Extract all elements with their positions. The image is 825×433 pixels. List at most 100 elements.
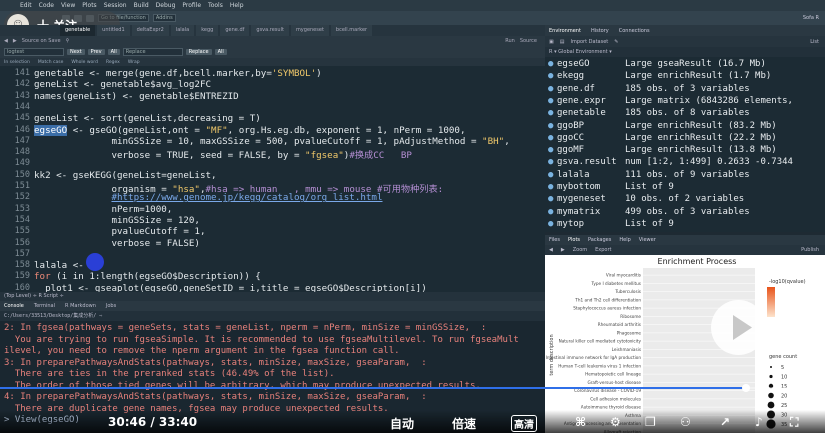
zoom-button[interactable]: Zoom bbox=[573, 247, 587, 253]
replace-all-button[interactable]: All bbox=[214, 49, 227, 55]
env-row[interactable]: ● gsva.result num [1:2, 1:499] 0.2633 -0.7… bbox=[545, 157, 825, 169]
console-tab-console[interactable]: Console bbox=[4, 303, 24, 309]
quality-button[interactable]: 高清 bbox=[511, 415, 537, 432]
files-tab-packages[interactable]: Packages bbox=[588, 237, 611, 243]
find-next-button[interactable]: Next bbox=[67, 49, 85, 55]
autoplay-button[interactable]: 自动 bbox=[390, 415, 414, 432]
menu-item-tools[interactable]: Tools bbox=[208, 2, 223, 9]
code-line[interactable]: minGSSize = 10, maxGSSize = 500, pvalueC… bbox=[34, 136, 509, 147]
console-tab-jobs[interactable]: Jobs bbox=[106, 303, 116, 309]
menu-item-session[interactable]: Session bbox=[104, 2, 127, 9]
export-button[interactable]: Export bbox=[595, 247, 611, 253]
pip-icon[interactable]: ❐ bbox=[645, 415, 656, 429]
find-option-match-case[interactable]: Match case bbox=[38, 60, 64, 65]
env-row[interactable]: ● ekegg Large enrichResult (1.7 Mb) bbox=[545, 71, 825, 83]
menu-item-plots[interactable]: Plots bbox=[82, 2, 96, 9]
code-line[interactable]: lalala <- bbox=[34, 260, 89, 271]
files-tab-viewer[interactable]: Viewer bbox=[639, 237, 656, 243]
tab-kegg[interactable]: kegg bbox=[196, 25, 219, 36]
find-option-wrap[interactable]: Wrap bbox=[128, 60, 140, 65]
find-prev-button[interactable]: Prev bbox=[87, 49, 105, 55]
env-tab-history[interactable]: History bbox=[591, 28, 609, 34]
code-line[interactable]: pvalueCutoff = 1, bbox=[34, 226, 205, 237]
find-input[interactable]: logtest bbox=[4, 48, 64, 56]
env-row[interactable]: ● genetable 185 obs. of 8 variables bbox=[545, 108, 825, 120]
env-row[interactable]: ● mytop List of 9 bbox=[545, 219, 825, 231]
menu-item-help[interactable]: Help bbox=[230, 2, 244, 9]
code-line[interactable]: egseGO <- gseGO(geneList,ont = "MF", org… bbox=[34, 124, 466, 136]
open-icon[interactable]: ▣ bbox=[549, 39, 554, 45]
source-on-save-checkbox[interactable]: Source on Save bbox=[22, 38, 61, 44]
volume-icon[interactable]: ♪ bbox=[755, 415, 763, 429]
code-line[interactable]: geneList <- sort(geneList,decreasing = T… bbox=[34, 113, 261, 124]
env-row[interactable]: ● mymatrix 499 obs. of 3 variables bbox=[545, 207, 825, 219]
code-line[interactable]: nPerm=1000, bbox=[34, 204, 172, 215]
env-tab-environment[interactable]: Environment bbox=[549, 28, 581, 34]
code-line[interactable]: genetable <- merge(gene.df,bcell.marker,… bbox=[34, 68, 322, 79]
code-line[interactable]: names(geneList) <- genetable$ENTREZID bbox=[34, 91, 239, 102]
code-line[interactable]: #https://www.genome.jp/kegg/catalog/org_… bbox=[34, 192, 382, 203]
menu-item-debug[interactable]: Debug bbox=[156, 2, 176, 9]
code-line[interactable]: geneList <- genetable$avg_log2FC bbox=[34, 79, 211, 90]
fullscreen-icon[interactable]: ⛶ bbox=[790, 415, 798, 430]
env-row[interactable]: ● lalala 111 obs. of 9 variables bbox=[545, 170, 825, 182]
tab-mygeneset[interactable]: mygeneset bbox=[290, 25, 329, 36]
danmaku-icon[interactable]: ⌘ bbox=[575, 415, 586, 429]
tab-gene-df[interactable]: gene.df bbox=[220, 25, 250, 36]
broom-icon[interactable]: ✎ bbox=[614, 39, 618, 45]
menu-item-profile[interactable]: Profile bbox=[182, 2, 201, 9]
env-row[interactable]: ● mybottom List of 9 bbox=[545, 182, 825, 194]
project-user-label[interactable]: Sofa R bbox=[803, 15, 819, 21]
import-dataset-button[interactable]: Import Dataset bbox=[570, 39, 608, 45]
files-tab-files[interactable]: Files bbox=[549, 237, 560, 243]
code-line[interactable]: minGSSize = 120, bbox=[34, 215, 200, 226]
env-row[interactable]: ● ggoCC Large enrichResult (22.2 Mb) bbox=[545, 133, 825, 145]
find-option-in-selection[interactable]: In selection bbox=[4, 60, 30, 65]
menu-item-view[interactable]: View bbox=[61, 2, 75, 9]
plot-back-icon[interactable]: ◀ bbox=[549, 247, 553, 253]
env-row[interactable]: ● ggoMF Large enrichResult (13.8 Mb) bbox=[545, 145, 825, 157]
console-tab-terminal[interactable]: Terminal bbox=[34, 303, 55, 309]
run-button[interactable]: Run bbox=[505, 38, 515, 44]
play-button[interactable] bbox=[711, 300, 766, 355]
back-arrow-icon[interactable]: ◀ bbox=[4, 38, 8, 44]
search-icon[interactable]: ⚲ bbox=[66, 38, 70, 44]
speed-button[interactable]: 倍速 bbox=[452, 415, 476, 432]
find-all-button[interactable]: All bbox=[107, 49, 120, 55]
code-line[interactable]: verbose = TRUE, seed = FALSE, by = "fgse… bbox=[34, 147, 412, 161]
save-workspace-icon[interactable]: ▤ bbox=[560, 39, 565, 45]
progress-knob[interactable] bbox=[742, 384, 750, 392]
environment-scope[interactable]: R ▾ Global Environment ▾ bbox=[545, 47, 825, 57]
menu-item-edit[interactable]: Edit bbox=[20, 2, 32, 9]
plot-forward-icon[interactable]: ▶ bbox=[561, 247, 565, 253]
share-icon[interactable]: ↗ bbox=[720, 415, 730, 429]
tab-lalala[interactable]: lalala bbox=[170, 25, 195, 36]
list-view-select[interactable]: List bbox=[810, 39, 819, 45]
more-icon[interactable]: ⚇ bbox=[680, 415, 691, 429]
forward-arrow-icon[interactable]: ▶ bbox=[13, 38, 17, 44]
env-row[interactable]: ● egseGO Large gseaResult (16.7 Mb) bbox=[545, 59, 825, 71]
source-button[interactable]: Source bbox=[520, 38, 537, 44]
code-line[interactable]: for (i in 1:length(egseGO$Description)) … bbox=[34, 271, 261, 282]
find-option-whole-word[interactable]: Whole word bbox=[71, 60, 98, 65]
env-row[interactable]: ● mygeneset 10 obs. of 2 variables bbox=[545, 194, 825, 206]
files-tab-help[interactable]: Help bbox=[619, 237, 630, 243]
code-editor[interactable]: 141 genetable <- merge(gene.df,bcell.mark… bbox=[0, 66, 545, 292]
tab-gsva-result[interactable]: gsva.result bbox=[251, 25, 289, 36]
video-progress-bar[interactable] bbox=[0, 387, 825, 389]
env-tab-connections[interactable]: Connections bbox=[619, 28, 650, 34]
files-tab-plots[interactable]: Plots bbox=[568, 237, 580, 243]
menu-item-build[interactable]: Build bbox=[134, 2, 149, 9]
replace-button[interactable]: Replace bbox=[185, 49, 212, 55]
code-line[interactable]: plot1 <- gseaplot(egseGO,geneSetID = i,t… bbox=[34, 283, 427, 292]
tab-deltaexpr2[interactable]: deltaExpr2 bbox=[131, 25, 169, 36]
find-option-regex[interactable]: Regex bbox=[106, 60, 120, 65]
settings-icon[interactable]: ⚙ bbox=[610, 415, 621, 429]
replace-input[interactable]: Replace bbox=[122, 48, 183, 56]
console-tab-r-markdown[interactable]: R Markdown bbox=[65, 303, 96, 309]
tab-untitled1[interactable]: untitled1 bbox=[97, 25, 130, 36]
menu-item-code[interactable]: Code bbox=[39, 2, 54, 9]
publish-button[interactable]: Publish bbox=[801, 247, 819, 253]
code-line[interactable]: verbose = FALSE) bbox=[34, 238, 200, 249]
env-row[interactable]: ● gene.df 185 obs. of 3 variables bbox=[545, 84, 825, 96]
